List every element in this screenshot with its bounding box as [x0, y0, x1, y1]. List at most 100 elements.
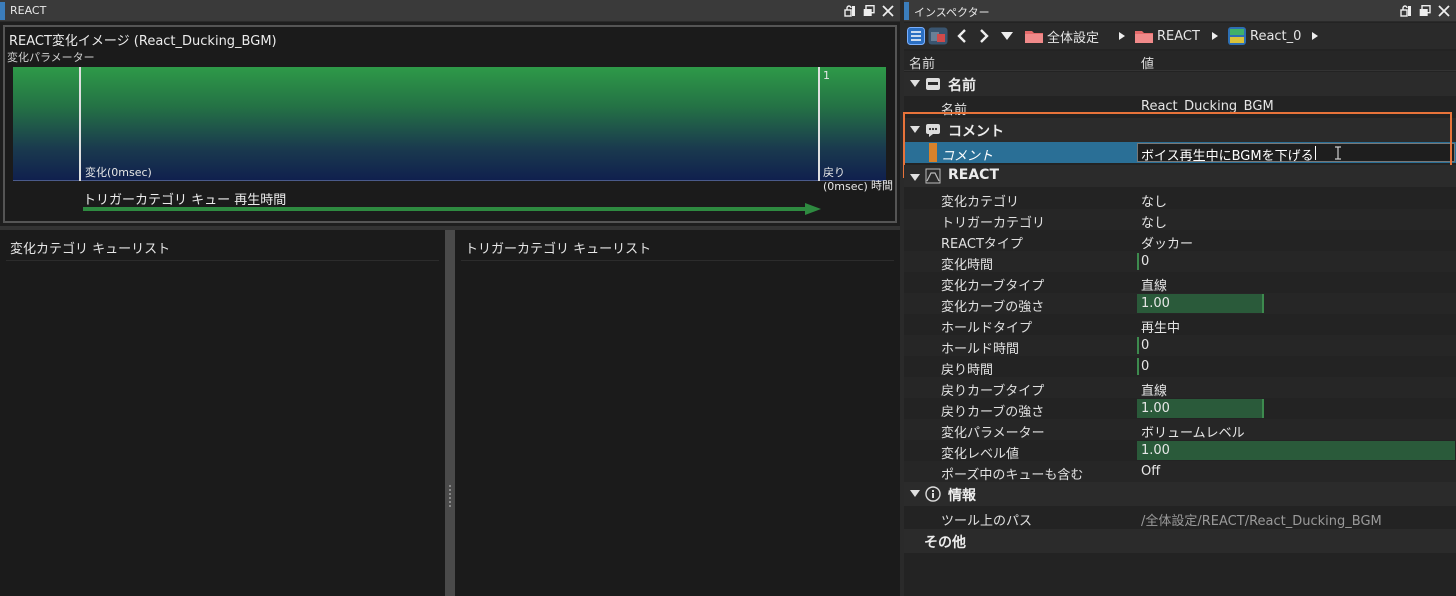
collapse-triangle-icon[interactable] — [910, 174, 920, 181]
trigger-category-cue-list-title: トリガーカテゴリ キューリスト — [465, 242, 652, 257]
column-name-header[interactable]: 名前 — [909, 53, 935, 72]
value-slider-fill[interactable] — [1137, 253, 1139, 270]
comment-input-value[interactable]: ボイス再生中にBGMを下げる — [1141, 145, 1314, 164]
property-row[interactable]: ホールド時間 0 — [904, 335, 1456, 357]
collapse-triangle-icon[interactable] — [910, 490, 920, 497]
section-info[interactable]: 情報 — [904, 482, 1456, 506]
vertical-splitter[interactable] — [445, 230, 455, 596]
change-category-cue-list-pane: 変化カテゴリ キューリスト — [0, 230, 445, 596]
back-icon[interactable] — [956, 26, 968, 46]
property-row[interactable]: 変化時間 0 — [904, 251, 1456, 273]
section-label: 情報 — [948, 488, 976, 504]
list-view-icon[interactable] — [907, 26, 925, 46]
property-label: 変化カーブの強さ — [941, 300, 1045, 315]
property-row-name[interactable]: 名前 React_Ducking_BGM — [904, 96, 1456, 118]
lock-view-icon[interactable] — [928, 26, 948, 46]
property-value[interactable]: 直線 — [1141, 380, 1167, 399]
section-label: コメント — [948, 124, 1004, 140]
property-value[interactable]: 1.00 — [1141, 296, 1170, 311]
float-window-icon[interactable] — [1417, 3, 1433, 19]
section-react[interactable]: REACT — [904, 165, 1456, 187]
breadcrumb-separator-icon[interactable] — [1311, 26, 1319, 46]
breadcrumb-item-2[interactable]: React_0 — [1227, 26, 1301, 46]
collapse-triangle-icon[interactable] — [910, 126, 920, 133]
pane-header-divider — [6, 260, 439, 261]
property-label: 戻りカーブの強さ — [941, 405, 1045, 420]
property-value[interactable]: ボリュームレベル — [1141, 422, 1245, 441]
breadcrumb-item-0[interactable]: 全体設定 — [1025, 26, 1099, 46]
comment-icon — [926, 124, 940, 137]
property-row[interactable]: ホールドタイプ 再生中 — [904, 314, 1456, 336]
property-row-comment[interactable]: コメント ボイス再生中にBGMを下げる — [904, 142, 1456, 164]
history-dropdown-icon[interactable] — [1001, 26, 1013, 46]
return-start-line[interactable] — [818, 67, 820, 181]
close-icon[interactable] — [1436, 3, 1452, 19]
breadcrumb-label: React_0 — [1250, 28, 1302, 44]
collapse-triangle-icon[interactable] — [910, 80, 920, 87]
close-icon[interactable] — [880, 3, 896, 19]
property-value[interactable]: ダッカー — [1141, 233, 1193, 252]
breadcrumb-separator-icon[interactable] — [1211, 26, 1219, 46]
change-time-label: 変化(0msec) — [85, 166, 152, 179]
property-label: 変化カテゴリ — [941, 195, 1020, 210]
property-value[interactable]: Off — [1141, 464, 1160, 479]
property-label: ツール上のパス — [941, 514, 1033, 529]
section-other[interactable]: その他 — [904, 529, 1456, 553]
property-row[interactable]: 変化パラメーター ボリュームレベル — [904, 419, 1456, 441]
property-row[interactable]: ポーズ中のキューも含む Off — [904, 461, 1456, 483]
property-row[interactable]: 変化レベル値 1.00 — [904, 440, 1456, 462]
breadcrumb-label: 全体設定 — [1047, 30, 1100, 46]
graph-subtitle: 変化パラメーター — [7, 51, 95, 64]
property-row[interactable]: 戻りカーブの強さ 1.00 — [904, 398, 1456, 420]
property-column-headers: 名前 値 — [904, 51, 1456, 72]
float-window-icon[interactable] — [861, 3, 877, 19]
property-value[interactable]: なし — [1141, 212, 1167, 231]
value-slider-fill[interactable] — [1137, 358, 1139, 375]
property-row[interactable]: 変化カテゴリ なし — [904, 188, 1456, 210]
value-slider-fill[interactable] — [1137, 441, 1455, 460]
section-comment[interactable]: コメント — [904, 118, 1456, 142]
property-label: ポーズ中のキューも含む — [941, 468, 1084, 483]
property-value[interactable]: なし — [1141, 191, 1167, 210]
forward-icon[interactable] — [978, 26, 990, 46]
property-row-tool-path[interactable]: ツール上のパス /全体設定/REACT/React_Ducking_BGM — [904, 507, 1456, 529]
property-row[interactable]: トリガーカテゴリ なし — [904, 209, 1456, 231]
change-start-line[interactable] — [79, 67, 81, 181]
trigger-category-cue-list-pane: トリガーカテゴリ キューリスト — [455, 230, 900, 596]
section-name[interactable]: 名前 — [904, 72, 1456, 96]
property-value[interactable]: 0 — [1141, 338, 1149, 353]
pin-icon[interactable] — [842, 3, 858, 19]
breadcrumb-separator-icon[interactable] — [1118, 26, 1126, 46]
property-value[interactable]: 1.00 — [1141, 443, 1170, 458]
property-label: 変化カーブタイプ — [941, 279, 1045, 294]
property-row[interactable]: REACTタイプ ダッカー — [904, 230, 1456, 252]
property-value[interactable]: 0 — [1141, 254, 1149, 269]
property-row[interactable]: 変化カーブタイプ 直線 — [904, 272, 1456, 294]
property-row[interactable]: 戻りカーブタイプ 直線 — [904, 377, 1456, 399]
property-label: 変化時間 — [941, 258, 994, 273]
folder-icon — [1025, 31, 1043, 43]
property-value[interactable]: 0 — [1141, 359, 1149, 374]
breadcrumb-item-1[interactable]: REACT — [1135, 26, 1200, 46]
pin-icon[interactable] — [1398, 3, 1414, 19]
column-value-header[interactable]: 値 — [1141, 53, 1154, 72]
property-value: /全体設定/REACT/React_Ducking_BGM — [1141, 514, 1382, 529]
info-icon — [925, 486, 941, 502]
folder-icon — [1135, 31, 1153, 43]
property-label: REACTタイプ — [941, 237, 1023, 252]
property-value[interactable]: 1.00 — [1141, 401, 1170, 416]
property-value[interactable]: 直線 — [1141, 275, 1167, 294]
property-row[interactable]: 変化カーブの強さ 1.00 — [904, 293, 1456, 315]
section-label: 名前 — [948, 78, 976, 94]
property-value[interactable]: 再生中 — [1141, 317, 1180, 336]
value-slider-fill[interactable] — [1137, 337, 1139, 354]
change-category-cue-list-title: 変化カテゴリ キューリスト — [10, 242, 171, 257]
splitter-grip[interactable] — [449, 485, 451, 507]
react-curve-icon — [925, 168, 941, 184]
property-value[interactable]: React_Ducking_BGM — [1141, 99, 1274, 114]
property-row[interactable]: 戻り時間 0 — [904, 356, 1456, 378]
breadcrumb-label: REACT — [1157, 28, 1200, 44]
section-label: その他 — [924, 535, 966, 551]
react-panel-title: REACT — [10, 4, 47, 17]
comment-input[interactable]: ボイス再生中にBGMを下げる — [1137, 143, 1455, 164]
